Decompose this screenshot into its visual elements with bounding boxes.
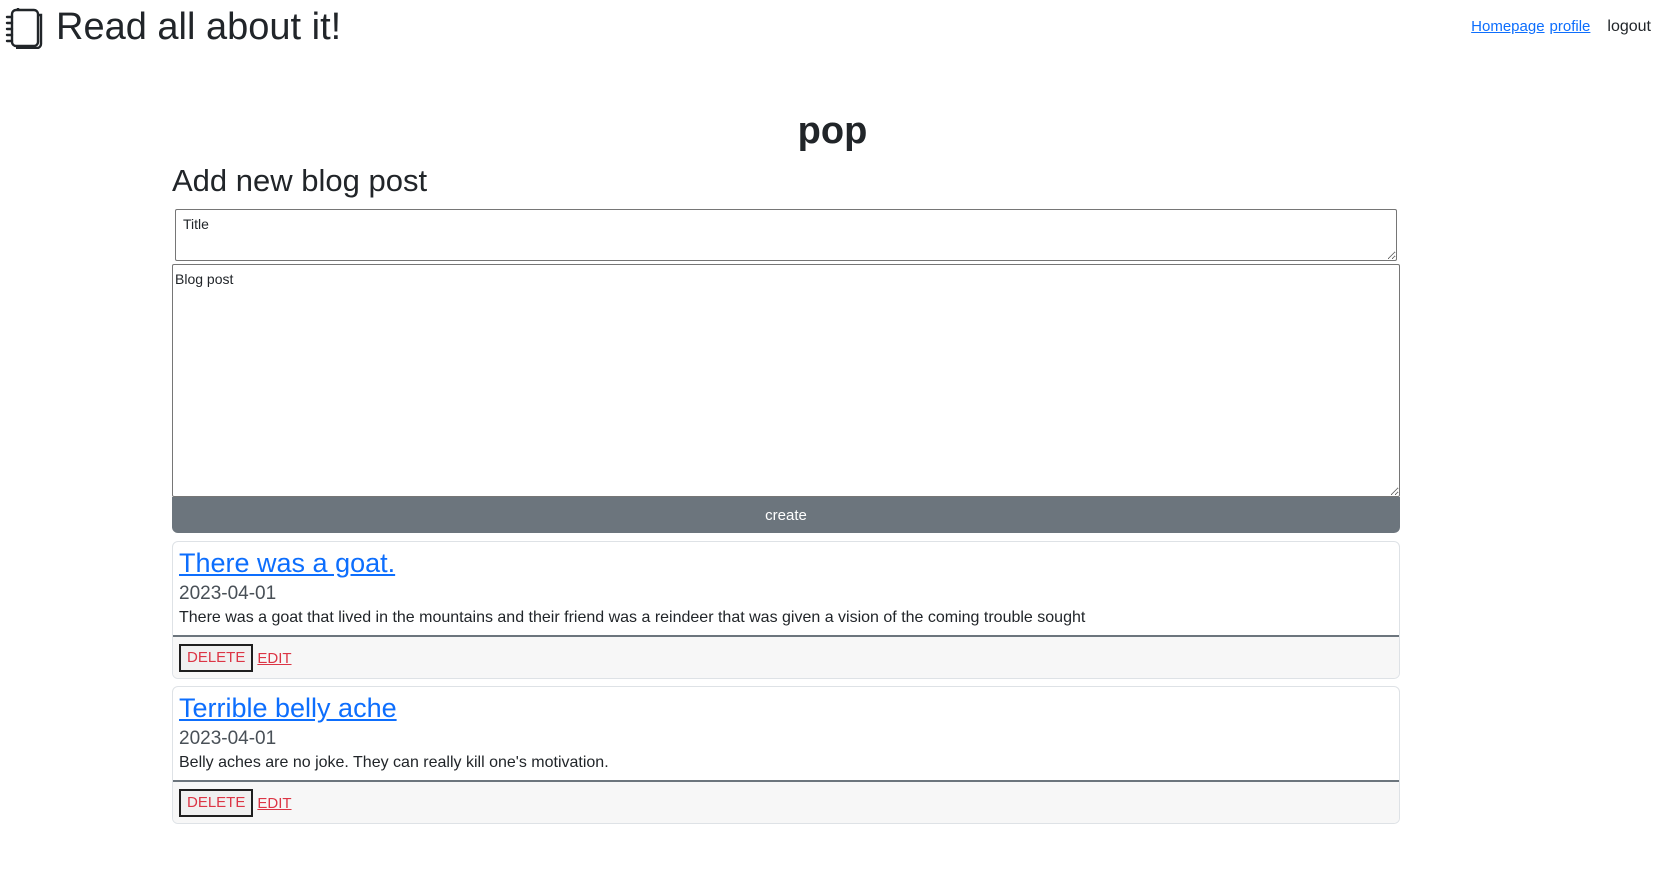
nav-links: Homepage profile logout — [1466, 18, 1651, 36]
post-text: There was a goat that lived in the mount… — [179, 609, 1086, 626]
post-title-link[interactable]: Terrible belly ache — [179, 693, 397, 724]
edit-link[interactable]: EDIT — [257, 795, 291, 812]
post-date: 2023-04-01 — [179, 728, 277, 749]
post-date: 2023-04-01 — [179, 583, 277, 604]
add-post-heading: Add new blog post — [172, 163, 428, 198]
logout-link[interactable]: logout — [1607, 18, 1651, 36]
delete-button[interactable]: DELETE — [179, 644, 254, 672]
blog-post-input[interactable] — [172, 264, 1400, 497]
top-navbar: Read all about it! Homepage profile logo… — [0, 0, 1655, 60]
username-heading: pop — [797, 110, 868, 152]
post-card: There was a goat. 2023-04-01 There was a… — [172, 541, 1400, 679]
post-title-link[interactable]: There was a goat. — [179, 548, 395, 579]
post-card-body: Terrible belly ache 2023-04-01 Belly ach… — [173, 687, 1399, 782]
profile-link[interactable]: profile — [1550, 18, 1591, 35]
post-card-body: There was a goat. 2023-04-01 There was a… — [173, 542, 1399, 637]
homepage-link[interactable]: Homepage — [1471, 18, 1544, 35]
post-card-footer: DELETE EDIT — [173, 637, 1399, 678]
post-card: Terrible belly ache 2023-04-01 Belly ach… — [172, 686, 1400, 824]
brand: Read all about it! — [4, 6, 341, 49]
delete-button[interactable]: DELETE — [179, 789, 254, 817]
title-input[interactable] — [175, 209, 1397, 261]
post-text: Belly aches are no joke. They can really… — [179, 754, 609, 771]
site-title: Read all about it! — [56, 6, 342, 48]
create-button[interactable]: create — [172, 497, 1400, 533]
post-card-footer: DELETE EDIT — [173, 782, 1399, 823]
notebook-icon — [5, 7, 43, 49]
edit-link[interactable]: EDIT — [257, 650, 291, 667]
